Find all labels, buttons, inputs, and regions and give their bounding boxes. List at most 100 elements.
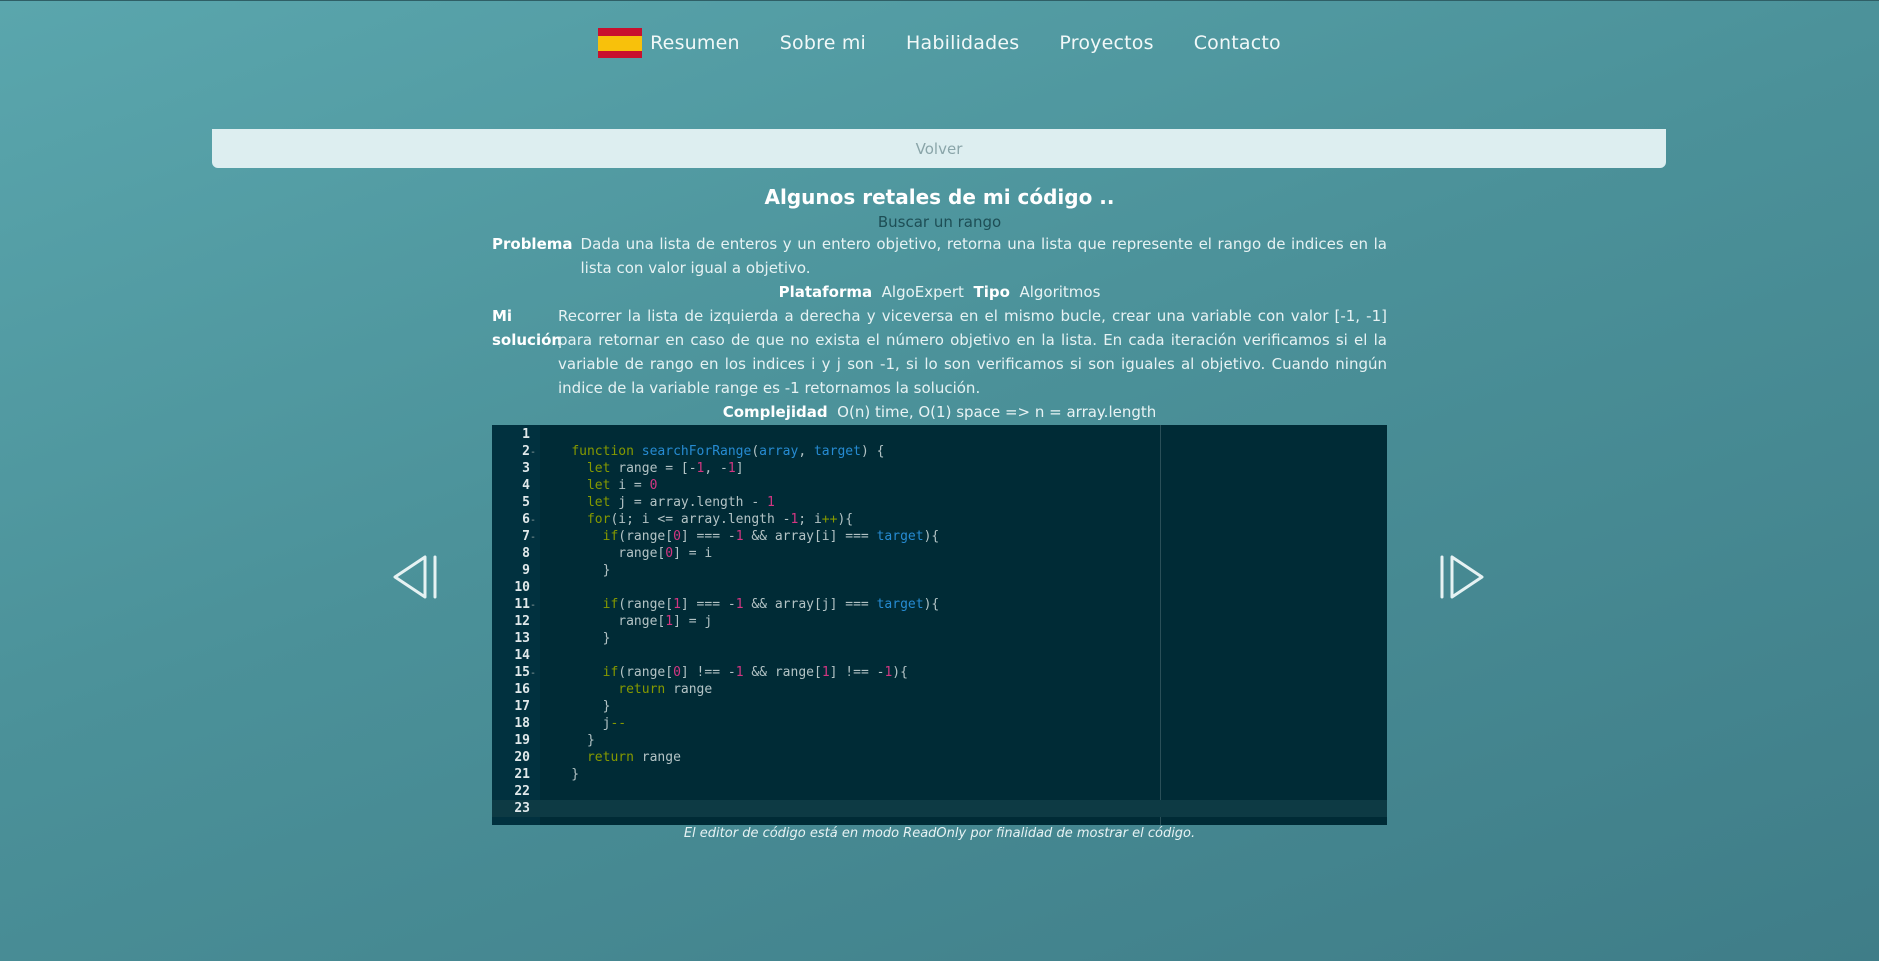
code-line[interactable]: 7- if(range[0] === -1 && array[i] === ta…: [492, 528, 1387, 545]
code-line[interactable]: 19 }: [492, 732, 1387, 749]
nav-resumen[interactable]: Resumen: [598, 28, 740, 58]
complexity-value: O(n) time, O(1) space => n = array.lengt…: [837, 403, 1157, 421]
code-text: return range: [618, 682, 713, 697]
snippet-info: Algunos retales de mi código .. Buscar u…: [492, 182, 1387, 424]
line-number: 23: [514, 801, 530, 816]
code-text: }: [540, 767, 580, 782]
code-line[interactable]: 21 }: [492, 766, 1387, 783]
code-line[interactable]: 5 let j = array.length - 1: [492, 494, 1387, 511]
code-line[interactable]: 14: [492, 647, 1387, 664]
snippet-subtitle: Buscar un rango: [877, 213, 1002, 231]
code-line[interactable]: 17 }: [492, 698, 1387, 715]
code-line[interactable]: 6- for(i; i <= array.length -1; i++){: [492, 511, 1387, 528]
problem-row: Problema Dada una lista de enteros y un …: [492, 232, 1387, 280]
code-line[interactable]: 16 return range: [492, 681, 1387, 698]
line-number: 3: [522, 461, 530, 476]
nav-sobre-mi[interactable]: Sobre mi: [780, 32, 866, 54]
code-text: range[1] = j: [540, 614, 713, 629]
code-line[interactable]: 22: [492, 783, 1387, 800]
fold-toggle-icon[interactable]: -: [530, 597, 540, 614]
top-border: [0, 0, 1879, 1]
readonly-note: El editor de código está en modo ReadOnl…: [683, 826, 1196, 841]
code-line[interactable]: 8 range[0] = i: [492, 545, 1387, 562]
code-text: }: [540, 631, 611, 646]
line-number: 6: [522, 512, 530, 527]
code-text: let i = 0: [586, 478, 658, 493]
solution-text: Recorrer la lista de izquierda a derecha…: [558, 307, 1387, 397]
line-number: 10: [514, 580, 530, 595]
line-number: 22: [514, 784, 530, 799]
code-text: if(range[0] === -1 && array[i] === targe…: [602, 529, 940, 544]
nav-label[interactable]: Habilidades: [906, 32, 1019, 54]
nav-label[interactable]: Resumen: [650, 32, 740, 54]
fold-toggle-icon[interactable]: -: [530, 665, 540, 682]
code-line[interactable]: 2- function searchForRange(array, target…: [492, 443, 1387, 460]
code-line[interactable]: 13 }: [492, 630, 1387, 647]
line-number: 21: [514, 767, 530, 782]
line-number: 18: [514, 716, 530, 731]
code-editor[interactable]: 1 2- function searchForRange(array, targ…: [492, 425, 1387, 825]
code-line[interactable]: 15- if(range[0] !== -1 && range[1] !== -…: [492, 664, 1387, 681]
line-number: 12: [514, 614, 530, 629]
line-number: 14: [514, 648, 530, 663]
page-title: Algunos retales de mi código ..: [764, 185, 1115, 209]
fold-toggle-icon[interactable]: -: [530, 444, 540, 461]
fold-toggle-icon[interactable]: -: [530, 512, 540, 529]
fold-toggle-icon[interactable]: -: [530, 529, 540, 546]
meta-row: Plataforma AlgoExpert Tipo Algoritmos: [492, 280, 1387, 304]
line-number: 1: [522, 427, 530, 442]
nav-label[interactable]: Contacto: [1194, 32, 1281, 54]
nav-proyectos[interactable]: Proyectos: [1059, 32, 1153, 54]
back-label[interactable]: Volver: [916, 140, 963, 158]
code-text: }: [540, 733, 595, 748]
code-text: let j = array.length - 1: [586, 495, 775, 510]
code-line[interactable]: 9 }: [492, 562, 1387, 579]
line-number: 8: [522, 546, 530, 561]
main-nav: Resumen Sobre mi Habilidades Proyectos C…: [0, 28, 1879, 58]
type-label: Tipo: [973, 283, 1010, 301]
code-text: for(i; i <= array.length -1; i++){: [586, 512, 854, 527]
line-number: 20: [514, 750, 530, 765]
spain-flag-icon[interactable]: [598, 28, 643, 58]
back-button[interactable]: Volver: [212, 129, 1666, 168]
nav-contacto[interactable]: Contacto: [1194, 32, 1281, 54]
nav-label[interactable]: Sobre mi: [780, 32, 866, 54]
line-number: 13: [514, 631, 530, 646]
type-value: Algoritmos: [1019, 283, 1101, 301]
code-text: range[0] = i: [540, 546, 713, 561]
next-icon[interactable]: [1437, 552, 1487, 602]
code-text: if(range[0] !== -1 && range[1] !== -1){: [602, 665, 908, 680]
line-number: 5: [522, 495, 530, 510]
code-text: }: [540, 699, 611, 714]
previous-icon[interactable]: [390, 552, 440, 602]
code-line[interactable]: 20 return range: [492, 749, 1387, 766]
platform-label: Plataforma: [778, 283, 873, 301]
code-line[interactable]: 12 range[1] = j: [492, 613, 1387, 630]
code-text: if(range[1] === -1 && array[j] === targe…: [602, 597, 940, 612]
code-line[interactable]: 18 j--: [492, 715, 1387, 732]
nav-habilidades[interactable]: Habilidades: [906, 32, 1019, 54]
code-line[interactable]: 3 let range = [-1, -1]: [492, 460, 1387, 477]
code-line[interactable]: 1: [492, 426, 1387, 443]
platform-value: AlgoExpert: [881, 283, 964, 301]
code-line[interactable]: 11- if(range[1] === -1 && array[j] === t…: [492, 596, 1387, 613]
code-line[interactable]: 4 let i = 0: [492, 477, 1387, 494]
solution-row: Mi solución Recorrer la lista de izquier…: [492, 304, 1387, 400]
code-line[interactable]: 23: [492, 800, 1387, 817]
nav-label[interactable]: Proyectos: [1059, 32, 1153, 54]
complexity-label: Complejidad: [722, 403, 828, 421]
code-line[interactable]: 10: [492, 579, 1387, 596]
line-number: 19: [514, 733, 530, 748]
line-number: 11: [514, 597, 530, 612]
